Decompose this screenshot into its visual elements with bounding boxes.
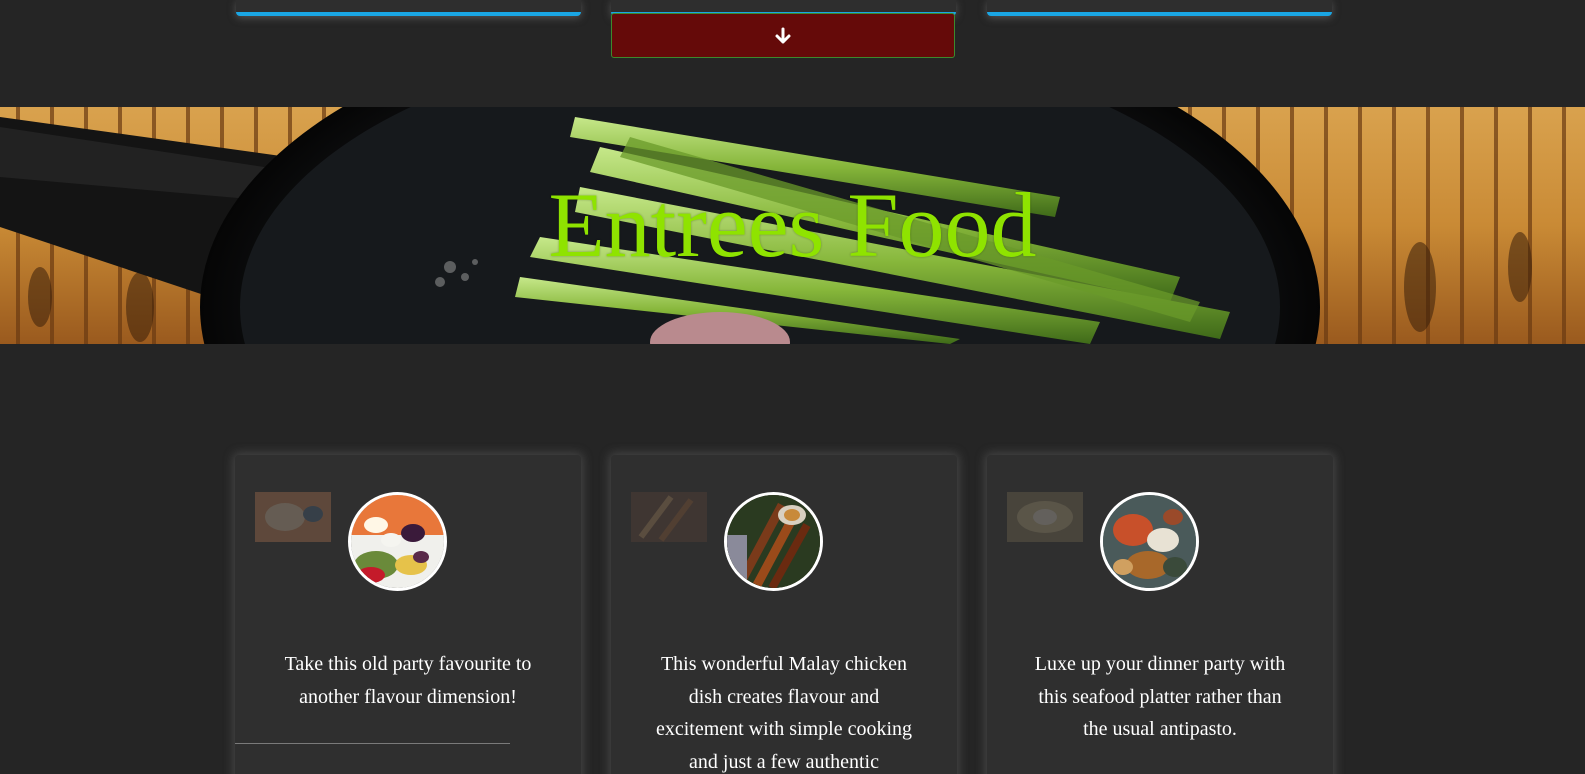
arrow-down-icon (775, 27, 791, 43)
hero-title: Entrees Food (548, 174, 1037, 276)
recipe-card[interactable]: Luxe up your dinner party with this seaf… (987, 455, 1333, 774)
recipe-card[interactable]: This wonderful Malay chicken dish create… (611, 455, 957, 774)
recipe-thumbnail (631, 492, 707, 542)
recipe-image (1100, 492, 1199, 591)
recipe-image (348, 492, 447, 591)
expand-button[interactable] (611, 13, 955, 58)
recipe-description: Take this old party favourite to another… (284, 653, 532, 708)
hero-banner: Entrees Food (0, 107, 1585, 344)
recipe-image (724, 492, 823, 591)
recipe-card[interactable]: Take this old party favourite to another… (235, 455, 581, 774)
recipe-thumbnail (1007, 492, 1083, 542)
recipe-description: This wonderful Malay chicken dish create… (655, 653, 913, 773)
page: Entrees Food Take this old party favouri… (0, 0, 1585, 774)
recipe-description: Luxe up your dinner party with this seaf… (1034, 653, 1286, 740)
card-divider (235, 743, 510, 744)
previous-card-bottom-3 (987, 0, 1332, 16)
recipe-thumbnail (255, 492, 331, 542)
previous-card-bottom-1 (236, 0, 581, 16)
